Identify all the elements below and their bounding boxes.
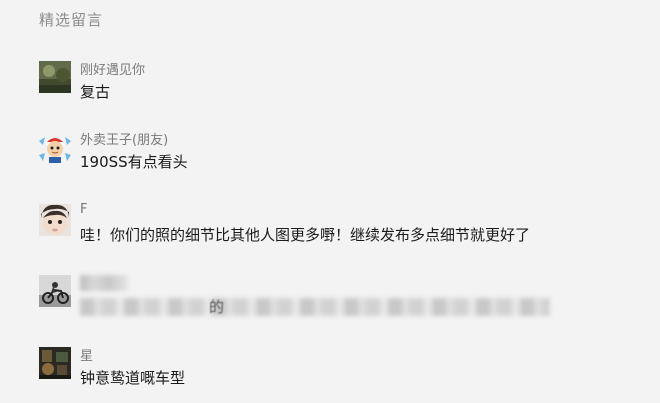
avatar[interactable] — [39, 275, 71, 307]
avatar[interactable] — [39, 347, 71, 379]
comment-text: 190SS有点看头 — [80, 153, 188, 171]
comment-text: 钟意鸷道嘅车型 — [80, 369, 186, 387]
comment-nickname[interactable]: 刚好遇见你 — [80, 59, 145, 78]
avatar[interactable] — [39, 61, 71, 93]
avatar-dark-scene-icon — [39, 347, 71, 379]
comment-nickname[interactable]: 星 — [80, 345, 93, 364]
comment-item-redacted: 的 — [39, 275, 639, 316]
avatar-motorcycle-icon — [39, 275, 71, 307]
comment-item: 星 钟意鸷道嘅车型 — [39, 347, 639, 387]
avatar[interactable] — [39, 131, 71, 163]
avatar-cartoon-boy-icon — [39, 131, 71, 163]
comment-text-fragment: 的 — [209, 298, 225, 316]
avatar-landscape-icon — [39, 61, 71, 93]
comment-nickname[interactable]: 外卖王子(朋友) — [80, 129, 168, 148]
avatar[interactable] — [39, 204, 71, 236]
comment-text: 哇！你们的照的细节比其他人图更多嘢！继续发布多点细节就更好了 — [80, 226, 531, 244]
comment-item: 外卖王子(朋友) 190SS有点看头 — [39, 131, 639, 171]
comment-item: 刚好遇见你 复古 — [39, 61, 639, 101]
comment-text: 复古 — [80, 83, 111, 101]
avatar-child-photo-icon — [39, 204, 71, 236]
section-title: 精选留言 — [39, 11, 104, 29]
comment-item: F 哇！你们的照的细节比其他人图更多嘢！继续发布多点细节就更好了 — [39, 202, 639, 244]
redacted-nickname — [80, 275, 128, 291]
redacted-comment-text — [80, 298, 550, 316]
comment-nickname[interactable]: F — [80, 202, 87, 217]
